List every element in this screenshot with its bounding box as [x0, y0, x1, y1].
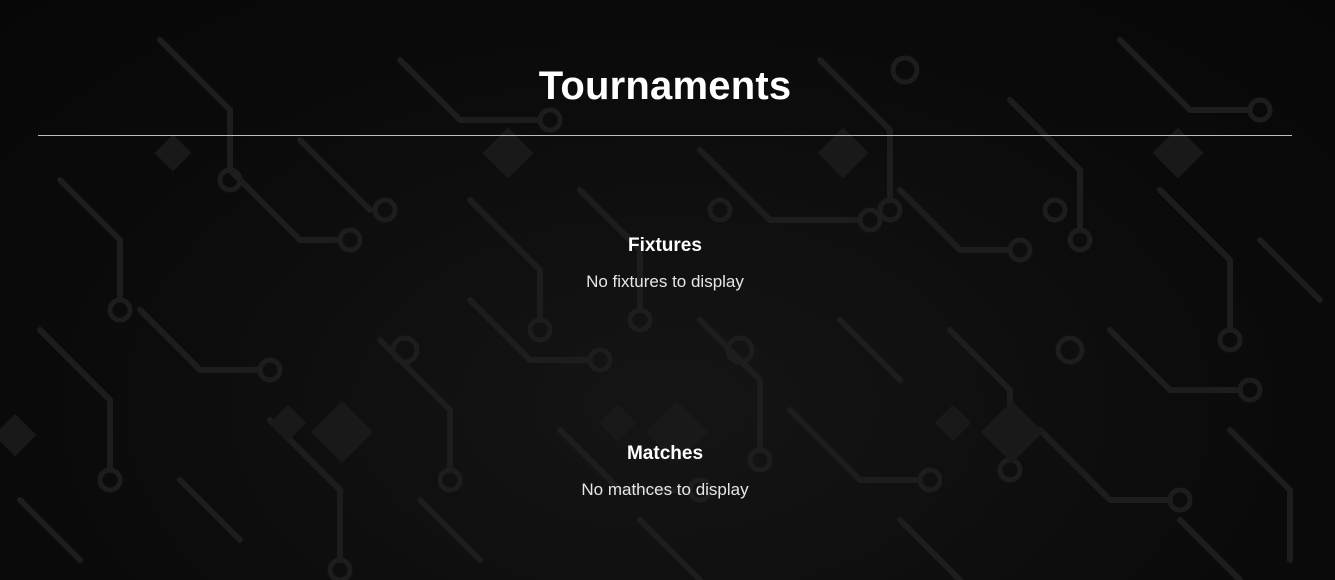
fixtures-empty-message: No fixtures to display: [586, 272, 744, 291]
matches-heading: Matches: [626, 443, 704, 464]
fixtures-heading: Fixtures: [628, 235, 702, 256]
matches-empty-message: No mathces to display: [581, 480, 749, 499]
title-divider: [38, 135, 1292, 136]
tournaments-page: Tournaments Fixtures No fixtures to disp…: [0, 0, 1335, 580]
page-title: Tournaments: [538, 64, 792, 108]
fixtures-section: Fixtures No fixtures to display: [0, 233, 1330, 293]
matches-section: Matches No mathces to display: [0, 441, 1330, 501]
